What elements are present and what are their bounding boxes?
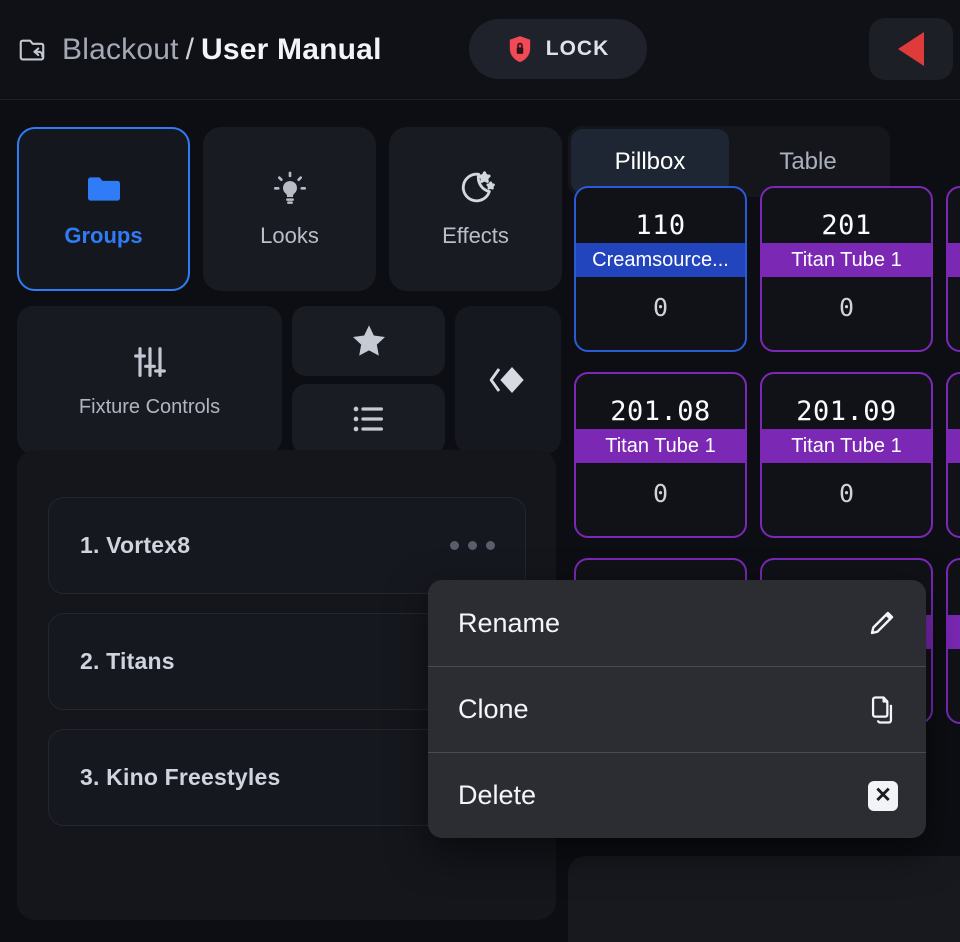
fixture-card[interactable]: 110 Creamsource... 0 [574,186,747,352]
group-item-label: 3. Kino Freestyles [80,764,280,791]
folder-back-icon[interactable] [17,35,47,65]
context-menu: Rename Clone Delete ✕ [428,580,926,838]
fixture-value: 0 [839,293,854,322]
fixture-address: 201 [821,209,871,243]
context-menu-item-delete[interactable]: Delete ✕ [428,752,926,838]
tools-row: Fixture Controls [17,306,561,454]
fixture-controls-label: Fixture Controls [79,396,220,419]
copy-icon [866,694,898,726]
lock-button-label: LOCK [546,37,610,61]
fixture-name: Titan Tube 1 [762,429,931,463]
fixture-address: 201.08 [610,395,711,429]
breadcrumb-parent[interactable]: Blackout [62,33,179,67]
fixture-name: Titan Tube 1 [576,429,745,463]
list-view-button[interactable] [292,384,445,454]
mode-tab-row: Groups Looks [17,127,562,291]
mode-tab-groups[interactable]: Groups [17,127,190,291]
mode-tab-looks[interactable]: Looks [203,127,376,291]
breadcrumb-current: User Manual [201,33,382,67]
fixture-name [948,243,960,277]
fixture-card[interactable]: 201.09 Titan Tube 1 0 [760,372,933,538]
mode-tab-effects-label: Effects [442,223,509,249]
mode-tab-effects[interactable]: Effects [389,127,562,291]
mode-tab-looks-label: Looks [260,223,319,249]
fixture-card[interactable]: 201.08 Titan Tube 1 0 [574,372,747,538]
fixture-controls-button[interactable]: Fixture Controls [17,306,282,454]
fixture-address: 201.09 [796,395,897,429]
shield-lock-icon [507,35,533,63]
diamond-chevron-icon [488,360,528,400]
fixture-card[interactable] [946,558,960,724]
moon-stars-icon [456,169,496,209]
context-menu-item-clone[interactable]: Clone [428,666,926,752]
more-dots-icon[interactable] [450,541,495,550]
lightbulb-icon [270,169,310,209]
sliders-icon [130,342,170,382]
mode-tab-groups-label: Groups [64,223,142,249]
fixture-name [948,429,960,463]
app-root: Blackout / User Manual LOCK [0,0,960,942]
fixture-name: Titan Tube 1 [762,243,931,277]
breadcrumb-separator: / [186,33,194,67]
group-item-label: 2. Titans [80,648,175,675]
context-menu-label: Clone [458,694,529,725]
pencil-icon [866,607,898,639]
tab-pillbox[interactable]: Pillbox [571,129,729,194]
fixture-value: 0 [653,479,668,508]
fixture-card[interactable] [946,372,960,538]
app-header: Blackout / User Manual LOCK [0,0,960,100]
collapse-panel-button[interactable] [869,18,953,80]
lock-button[interactable]: LOCK [469,19,647,79]
triangle-left-icon [898,32,924,66]
fixture-address: 110 [635,209,685,243]
fixture-name: Creamsource... [576,243,745,277]
favorite-button[interactable] [292,306,445,376]
breadcrumb: Blackout / User Manual [62,33,382,67]
folder-icon [84,169,124,209]
context-menu-item-rename[interactable]: Rename [428,580,926,666]
fixture-card[interactable] [946,186,960,352]
star-icon [349,321,389,361]
context-menu-label: Rename [458,608,560,639]
tool-stack [292,306,445,454]
fixture-value: 0 [839,479,854,508]
bottom-sheet [568,856,960,942]
close-box-icon: ✕ [868,781,898,811]
tab-table[interactable]: Table [729,129,887,194]
fixture-name [948,615,960,649]
fixture-value: 0 [653,293,668,322]
fixture-card[interactable]: 201 Titan Tube 1 0 [760,186,933,352]
shape-button[interactable] [455,306,561,454]
group-item-label: 1. Vortex8 [80,532,190,559]
context-menu-label: Delete [458,780,536,811]
bullet-list-icon [349,399,389,439]
